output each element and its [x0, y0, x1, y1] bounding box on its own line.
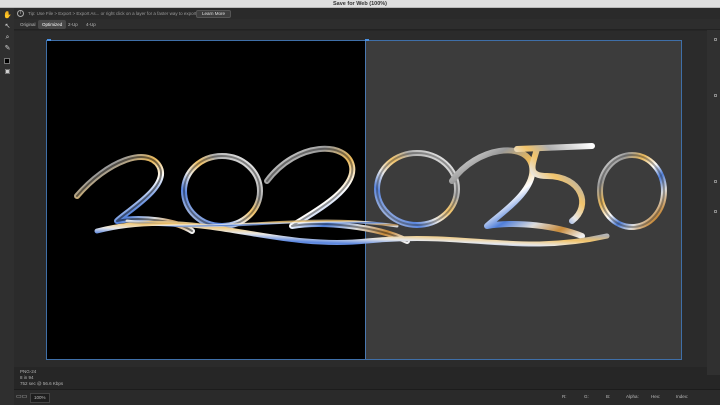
zoom-tool-icon[interactable]: ⌕	[3, 33, 12, 42]
chrome-lettering-artwork	[74, 143, 667, 247]
tab-optimized[interactable]: Optimized	[38, 20, 67, 29]
window-titlebar: Save for Web (100%)	[0, 0, 720, 8]
toggle-slices-icon[interactable]: ▣	[3, 68, 12, 77]
eyedropper-tool-icon[interactable]: ✎	[3, 44, 12, 53]
preview-layout-icon[interactable]: ▭▭	[16, 393, 27, 401]
preview-canvas-area[interactable]	[14, 31, 707, 367]
tip-text: Tip: Use File > Export > Export As... or…	[28, 11, 211, 16]
tab-4-up[interactable]: 4-Up	[82, 20, 100, 29]
hand-tool-icon[interactable]: ✋	[3, 11, 12, 20]
image-preview-frame[interactable]	[46, 39, 682, 360]
info-icon: i	[17, 10, 24, 17]
panel-checkbox[interactable]	[714, 94, 717, 97]
settings-panel-edge	[707, 30, 720, 375]
tab-original[interactable]: Original	[16, 20, 40, 29]
panel-checkbox[interactable]	[714, 38, 717, 41]
learn-more-button[interactable]: Learn More	[196, 9, 232, 18]
red-readout-label: R:	[562, 394, 567, 399]
eyedropper-color-swatch[interactable]	[4, 58, 10, 64]
tab-2-up[interactable]: 2-Up	[64, 20, 82, 29]
blue-readout-label: B:	[606, 394, 611, 399]
panel-checkbox[interactable]	[714, 210, 717, 213]
green-readout-label: G:	[584, 394, 589, 399]
tip-bar: i Tip: Use File > Export > Export As... …	[14, 8, 720, 19]
alpha-readout-label: Alpha:	[626, 394, 639, 399]
bottom-bar: ▭▭ 100% R: G: B: Alpha: Hex: Index:	[14, 389, 720, 405]
zoom-level-field[interactable]: 100%	[30, 393, 50, 403]
panel-checkbox[interactable]	[714, 180, 717, 183]
view-tabs: Original Optimized 2-Up 4-Up	[14, 19, 720, 30]
hex-readout-label: Hex:	[651, 394, 661, 399]
status-size-time: 752 sec @ 56.6 Kbps	[20, 381, 64, 386]
slice-select-tool-icon[interactable]: ↖	[3, 22, 12, 31]
index-readout-label: Index:	[676, 394, 689, 399]
window-title: Save for Web (100%)	[332, 1, 387, 7]
optimization-status: PNG-24 8 in 94 752 sec @ 56.6 Kbps	[14, 367, 707, 389]
tool-palette: ✋ ↖ ⌕ ✎ ▣	[0, 8, 14, 405]
